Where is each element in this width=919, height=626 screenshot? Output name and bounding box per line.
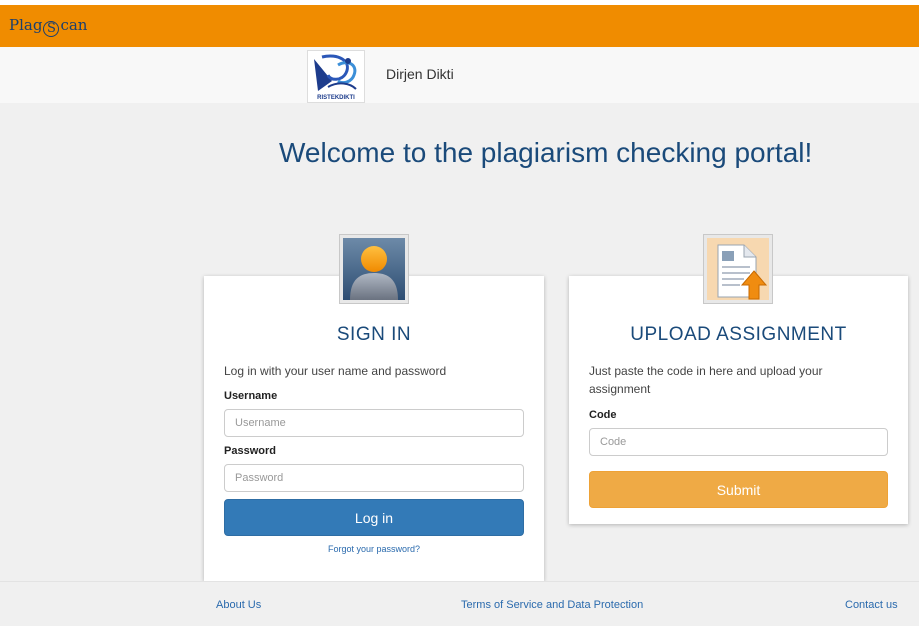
organization-bar: RISTEKDIKTI Dirjen Dikti [0, 47, 919, 103]
signin-intro: Log in with your user name and password [224, 364, 447, 378]
welcome-heading: Welcome to the plagiarism checking porta… [279, 137, 813, 168]
brand-s-circle: S [43, 21, 60, 37]
code-label: Code [589, 409, 617, 421]
brand-text-prefix: Plag [9, 16, 43, 34]
password-input[interactable] [224, 464, 524, 492]
terms-link[interactable]: Terms of Service and Data Protection [461, 599, 643, 611]
brand-text-suffix: can [60, 16, 88, 34]
organization-name: Dirjen Dikti [386, 66, 454, 82]
upload-title: UPLOAD ASSIGNMENT [630, 324, 847, 345]
password-label: Password [224, 445, 276, 457]
upload-intro: Just paste the code in here and upload y… [589, 364, 823, 396]
user-avatar-icon [339, 234, 409, 304]
signin-card: SIGN IN Log in with your user name and p… [204, 276, 544, 581]
document-upload-icon [703, 234, 773, 304]
username-input[interactable] [224, 409, 524, 437]
about-us-link[interactable]: About Us [216, 599, 261, 611]
login-button[interactable]: Log in [224, 499, 524, 536]
top-navbar: Plag Scan [0, 0, 919, 47]
username-label: Username [224, 390, 278, 402]
signin-title: SIGN IN [336, 324, 412, 345]
forgot-password-link[interactable]: Forgot your password? [204, 544, 544, 554]
upload-card: UPLOAD ASSIGNMENT Just paste the code in… [569, 276, 908, 524]
plagscan-logo[interactable]: Plag Scan [9, 16, 87, 37]
ristekdikti-emblem-icon: RISTEKDIKTI [314, 54, 357, 101]
ristekdikti-logo: RISTEKDIKTI [307, 50, 365, 103]
ristekdikti-logo-text: RISTEKDIKTI [317, 95, 355, 101]
contact-us-link[interactable]: Contact us [845, 599, 898, 611]
footer: About Us Terms of Service and Data Prote… [0, 581, 919, 626]
code-input[interactable] [589, 428, 888, 456]
submit-button[interactable]: Submit [589, 471, 888, 508]
